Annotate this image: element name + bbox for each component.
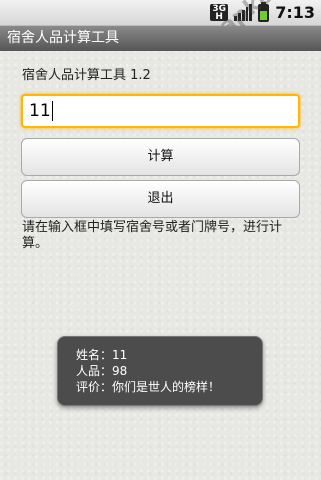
exit-button[interactable]: 退出 (21, 180, 300, 218)
hint-text: 请在输入框中填写宿舍号或者门牌号，进行计算。 (22, 220, 283, 251)
toast-score-line: 人品：98 (76, 364, 128, 378)
calculate-button[interactable]: 计算 (21, 138, 300, 176)
result-toast: 姓名：11 人品：98 评价：你们是世人的榜样！ (57, 336, 263, 406)
input-value: 11 (29, 101, 51, 121)
toast-comment-line: 评价：你们是世人的榜样！ (76, 380, 221, 394)
exit-button-label: 退出 (147, 191, 174, 206)
app-title: 宿舍人品计算工具 (7, 30, 119, 46)
screen-background: 3G H 7:13 apk8.com 宿舍人品计算工具 宿舍人品计算工具 1.2… (0, 0, 321, 480)
room-number-input[interactable]: 11 (21, 94, 300, 128)
calculate-button-label: 计算 (147, 149, 174, 164)
status-clock: 7:13 (275, 3, 315, 22)
app-title-bar: 宿舍人品计算工具 (0, 26, 321, 51)
text-cursor (51, 101, 53, 121)
version-label: 宿舍人品计算工具 1.2 (22, 68, 151, 83)
toast-name-line: 姓名：11 (76, 348, 128, 362)
